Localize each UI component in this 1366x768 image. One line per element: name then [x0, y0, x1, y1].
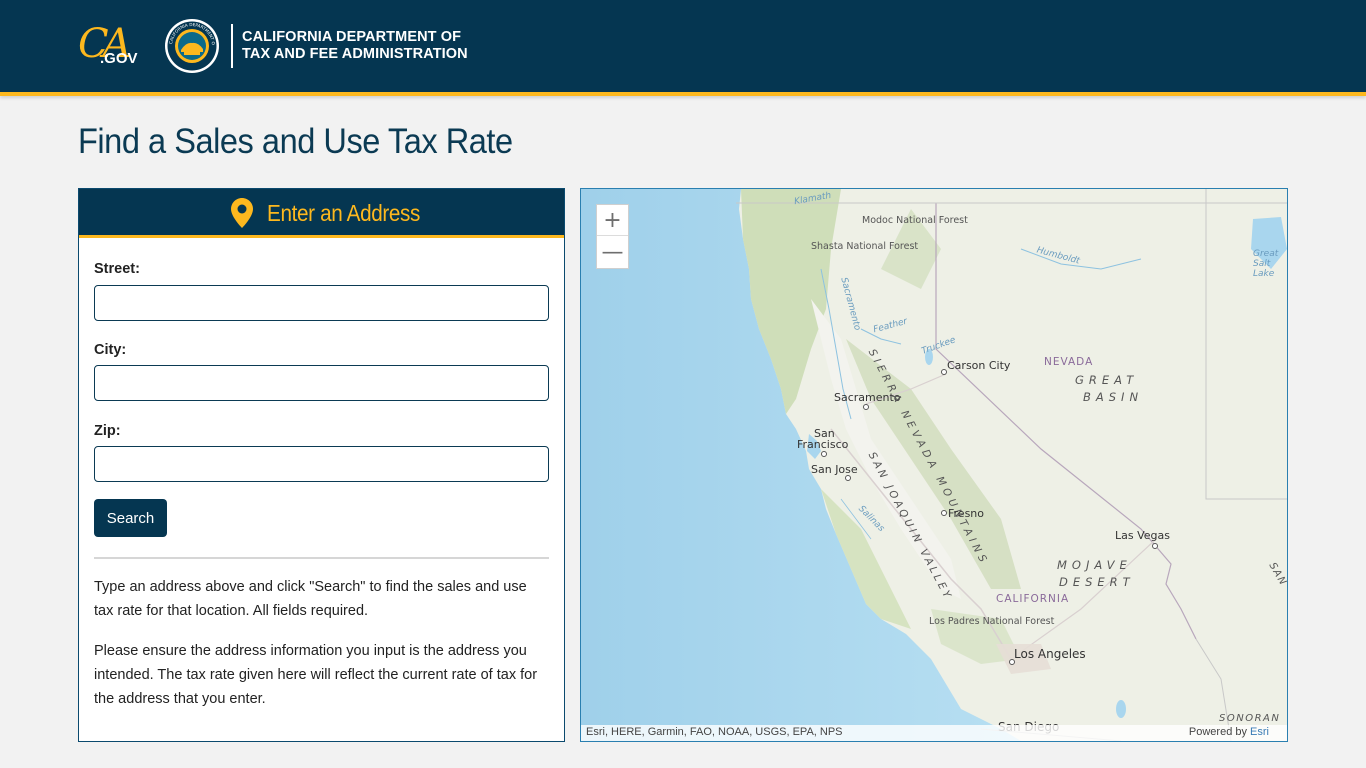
city-label: City: — [94, 342, 127, 358]
gov-logo-text: .GOV — [100, 50, 138, 67]
city-dot-sacramento — [863, 404, 869, 410]
zip-label: Zip: — [94, 423, 121, 439]
seal-icon: CALIFORNIA DEPARTMENT OF — [163, 14, 219, 73]
map-label-san-francisco-2: Francisco — [797, 438, 849, 451]
zip-input[interactable] — [94, 446, 549, 482]
help-text-instructions: Type an address above and click "Search"… — [94, 579, 527, 619]
zoom-in-button[interactable]: + — [597, 205, 628, 236]
brand-divider — [231, 24, 233, 68]
map-attribution-powered: Powered by Esri — [1189, 726, 1269, 738]
map-label-shasta: Shasta National Forest — [811, 242, 918, 252]
map-label-nevada: NEVADA — [1044, 356, 1094, 368]
page-title: Find a Sales and Use Tax Rate — [78, 122, 513, 161]
agency-name-line2: TAX AND FEE ADMINISTRATION — [242, 46, 468, 62]
powered-by-text: Powered by — [1188, 726, 1251, 738]
address-form-panel: Enter an Address Street: City: Zip: Sear… — [78, 188, 565, 742]
map-attribution-sources: Esri, HERE, Garmin, FAO, NOAA, USGS, EPA… — [586, 726, 843, 738]
city-dot-fresno — [941, 510, 947, 516]
city-dot-san-jose — [845, 475, 851, 481]
address-panel-header: Enter an Address — [79, 189, 564, 238]
map-label-carson-city: Carson City — [947, 359, 1011, 372]
map-label-great-salt-lake: Great Salt Lake — [1253, 249, 1279, 279]
panel-divider — [94, 557, 549, 559]
map-label-sonoran: SONORAN — [1219, 713, 1281, 724]
map-label-mojave: MOJAVE — [1057, 558, 1132, 572]
address-panel-title: Enter an Address — [267, 200, 421, 226]
help-text-disclaimer: Please ensure the address information yo… — [94, 643, 538, 707]
map-label-los-angeles: Los Angeles — [1014, 647, 1086, 661]
map-label-las-vegas: Las Vegas — [1115, 529, 1170, 542]
map-pin-icon — [231, 198, 253, 228]
map-label-modoc: Modoc National Forest — [862, 215, 968, 226]
map-zoom-control: + — — [596, 204, 629, 269]
map-label-great: GREAT — [1075, 373, 1139, 387]
zoom-out-button[interactable]: — — [597, 237, 628, 268]
street-label: Street: — [94, 261, 140, 277]
esri-link[interactable]: Esri — [1250, 726, 1269, 738]
city-dot-carson-city — [941, 369, 947, 375]
agency-name[interactable]: CALIFORNIA DEPARTMENT OF TAX AND FEE ADM… — [242, 29, 468, 63]
city-input[interactable] — [94, 365, 549, 401]
cdtfa-seal-logo[interactable]: CALIFORNIA DEPARTMENT OF — [163, 14, 220, 74]
agency-name-line1: CALIFORNIA DEPARTMENT OF — [242, 29, 462, 45]
city-dot-las-vegas — [1152, 543, 1158, 549]
city-dot-los-angeles — [1009, 659, 1015, 665]
map-attribution: Esri, HERE, Garmin, FAO, NOAA, USGS, EPA… — [581, 725, 1287, 741]
map-label-fresno: Fresno — [948, 507, 985, 520]
map-label-los-padres: Los Padres National Forest — [929, 616, 1054, 627]
tax-rate-map[interactable]: + — Klamath Modoc National Forest Shasta… — [580, 188, 1288, 742]
street-input[interactable] — [94, 285, 549, 321]
ca-gov-logo[interactable]: CA .GOV — [78, 22, 142, 72]
map-label-california: CALIFORNIA — [996, 593, 1070, 605]
map-label-san-jose: San Jose — [811, 463, 858, 476]
map-label-desert: DESERT — [1059, 575, 1135, 589]
search-button[interactable]: Search — [94, 499, 167, 537]
site-header: CA .GOV CALIFORNIA DEPARTMENT OF CALIFOR… — [0, 0, 1366, 92]
city-dot-san-francisco — [821, 451, 827, 457]
map-label-basin: BASIN — [1083, 390, 1144, 404]
header-gold-rule — [0, 92, 1366, 96]
